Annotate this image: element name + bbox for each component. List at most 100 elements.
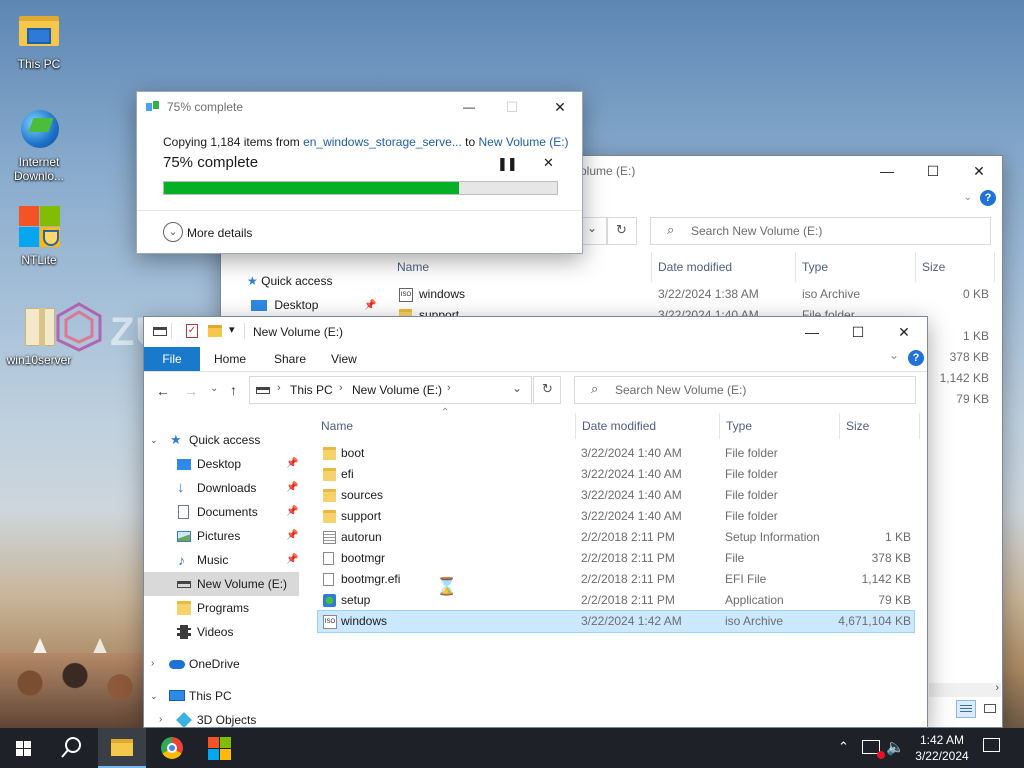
nav-desktop[interactable]: Desktop [251,298,318,312]
back-arrow-icon[interactable]: ← [156,383,170,399]
taskbar-ntlite[interactable] [196,728,244,768]
volume-icon[interactable]: 🔈 [886,738,905,756]
close-button[interactable]: ✕ [881,317,927,347]
details-view-button[interactable] [956,700,976,718]
breadcrumb-this-pc[interactable]: This PC [290,383,333,397]
help-icon[interactable]: ? [980,190,996,206]
nav-quick-access[interactable]: ★ Quick access [247,274,332,288]
nav-programs[interactable]: Programs [144,596,302,620]
help-icon[interactable]: ? [908,350,924,366]
column-header-type[interactable]: Type [726,419,752,433]
quick-access-toolbar-dropdown-icon[interactable]: ▾ [229,323,235,336]
new-folder-icon[interactable] [208,325,222,337]
clock-time: 1:42 AM [919,733,965,747]
close-button[interactable]: ✕ [956,156,1002,186]
clock[interactable]: 1:42 AM 3/22/2024 [906,732,978,764]
table-row[interactable]: efi 3/22/2024 1:40 AM File folder [318,464,914,485]
nav-pictures[interactable]: Pictures 📌 [144,524,302,548]
nav-3d-objects[interactable]: › 3D Objects [144,708,302,727]
cell-date: 2/2/2018 2:11 PM [581,572,675,586]
copy-progress-dialog[interactable]: 75% complete — ☐ ✕ Copying 1,184 items f… [136,91,583,254]
desktop-icon-ntlite[interactable]: NTLite [3,206,75,267]
progress-fill [164,182,459,194]
search-input[interactable]: ⌕ Search New Volume (E:) [650,217,991,245]
pause-button[interactable]: ❚❚ [497,156,518,172]
address-dropdown[interactable]: ⌄ [581,217,607,245]
cell-type: iso Archive [725,614,784,628]
search-input[interactable]: ⌕ Search New Volume (E:) [574,376,916,404]
tab-share[interactable]: Share [274,352,306,366]
cell-date: 3/22/2024 1:40 AM [581,488,682,502]
tab-view[interactable]: View [331,352,357,366]
desktop-icon-internet-download[interactable]: Internet Downlo... [3,108,75,183]
more-details-button[interactable]: More details [187,226,252,240]
table-row[interactable]: support 3/22/2024 1:40 AM File folder [318,506,914,527]
chevron-up-icon[interactable]: ⌃ [838,739,849,755]
refresh-button[interactable]: ↻ [533,376,561,404]
close-button[interactable]: ✕ [540,92,580,122]
nav-onedrive[interactable]: › OneDrive [144,652,302,676]
large-icons-view-button[interactable] [981,700,999,718]
horizontal-scrollbar[interactable]: › [929,682,1001,697]
percent-complete-text: 75% complete [163,154,259,171]
table-row[interactable]: boot 3/22/2024 1:40 AM File folder [318,443,914,464]
nav-documents[interactable]: Documents 📌 [144,500,302,524]
column-header-name[interactable]: Name [321,419,353,433]
forward-arrow-icon[interactable]: → [184,383,198,399]
column-header-date[interactable]: Date modified [582,419,656,433]
nav-new-volume[interactable]: New Volume (E:) [144,572,299,596]
recent-locations-icon[interactable]: ⌄ [210,383,218,394]
column-header-size[interactable]: Size [922,260,945,274]
column-divider [915,252,916,282]
copy-progress-bar [163,181,558,195]
nav-this-pc[interactable]: ⌄ This PC [144,684,302,708]
nav-music[interactable]: ♪ Music 📌 [144,548,302,572]
table-row[interactable]: autorun 2/2/2018 2:11 PM Setup Information… [318,527,914,548]
taskbar-file-explorer[interactable] [98,728,146,768]
table-row[interactable]: sources 3/22/2024 1:40 AM File folder [318,485,914,506]
folder-icon [323,447,336,460]
table-row[interactable]: setup 2/2/2018 2:11 PM Application 79 KB [318,590,914,611]
nav-quick-access[interactable]: ⌄ ★ Quick access [144,428,302,452]
desktop-icon-this-pc[interactable]: This PC [3,10,75,71]
column-header-type[interactable]: Type [802,260,828,274]
tab-home[interactable]: Home [214,352,246,366]
minimize-button[interactable]: — [864,156,910,186]
cancel-copy-button[interactable]: ✕ [543,155,554,171]
properties-icon[interactable]: ✓ [186,324,198,338]
column-header-name[interactable]: Name [397,260,429,274]
refresh-button[interactable]: ↻ [607,217,637,245]
table-row[interactable]: ISO windows 3/22/2024 1:38 AM iso Archiv… [397,284,997,305]
search-icon: ⌕ [667,222,675,237]
column-header-date[interactable]: Date modified [658,260,732,274]
search-button[interactable] [48,728,96,768]
nav-label: This PC [189,689,232,703]
table-row[interactable]: ISO windows 3/22/2024 1:42 AM iso Archive 4,… [317,610,915,633]
copy-source-link[interactable]: en_windows_storage_serve... [303,135,462,149]
column-header-size[interactable]: Size [846,419,869,433]
nav-videos[interactable]: Videos [144,620,302,644]
chevron-down-icon[interactable]: ⌄ [163,222,183,242]
taskbar-chrome[interactable] [148,728,196,768]
minimize-button[interactable]: — [789,317,835,347]
maximize-button[interactable]: ☐ [835,317,881,347]
up-arrow-icon[interactable]: ↑ [230,382,237,398]
notification-icon[interactable] [983,738,1000,752]
table-row[interactable]: bootmgr 2/2/2018 2:11 PM File 378 KB [318,548,914,569]
ribbon-expand-icon[interactable]: ⌄ [964,192,972,203]
chevron-down-icon[interactable]: ⌄ [512,381,522,395]
minimize-button[interactable]: — [449,92,489,122]
nav-desktop[interactable]: Desktop 📌 [144,452,302,476]
desktop-icon [251,300,267,312]
ribbon-expand-icon[interactable]: ⌄ [889,348,899,362]
tab-file[interactable]: File [144,347,200,371]
maximize-button[interactable]: ☐ [910,156,956,186]
nav-downloads[interactable]: ↓ Downloads 📌 [144,476,302,500]
network-icon[interactable] [862,740,885,759]
start-button[interactable] [0,728,48,768]
address-bar[interactable]: › This PC › New Volume (E:) › ⌄ [249,376,532,404]
table-row[interactable]: bootmgr.efi 2/2/2018 2:11 PM EFI File 1,142… [318,569,914,590]
breadcrumb-new-volume[interactable]: New Volume (E:) [352,383,442,397]
pin-icon: 📌 [364,300,377,311]
copy-destination-link[interactable]: New Volume (E:) [479,135,569,149]
